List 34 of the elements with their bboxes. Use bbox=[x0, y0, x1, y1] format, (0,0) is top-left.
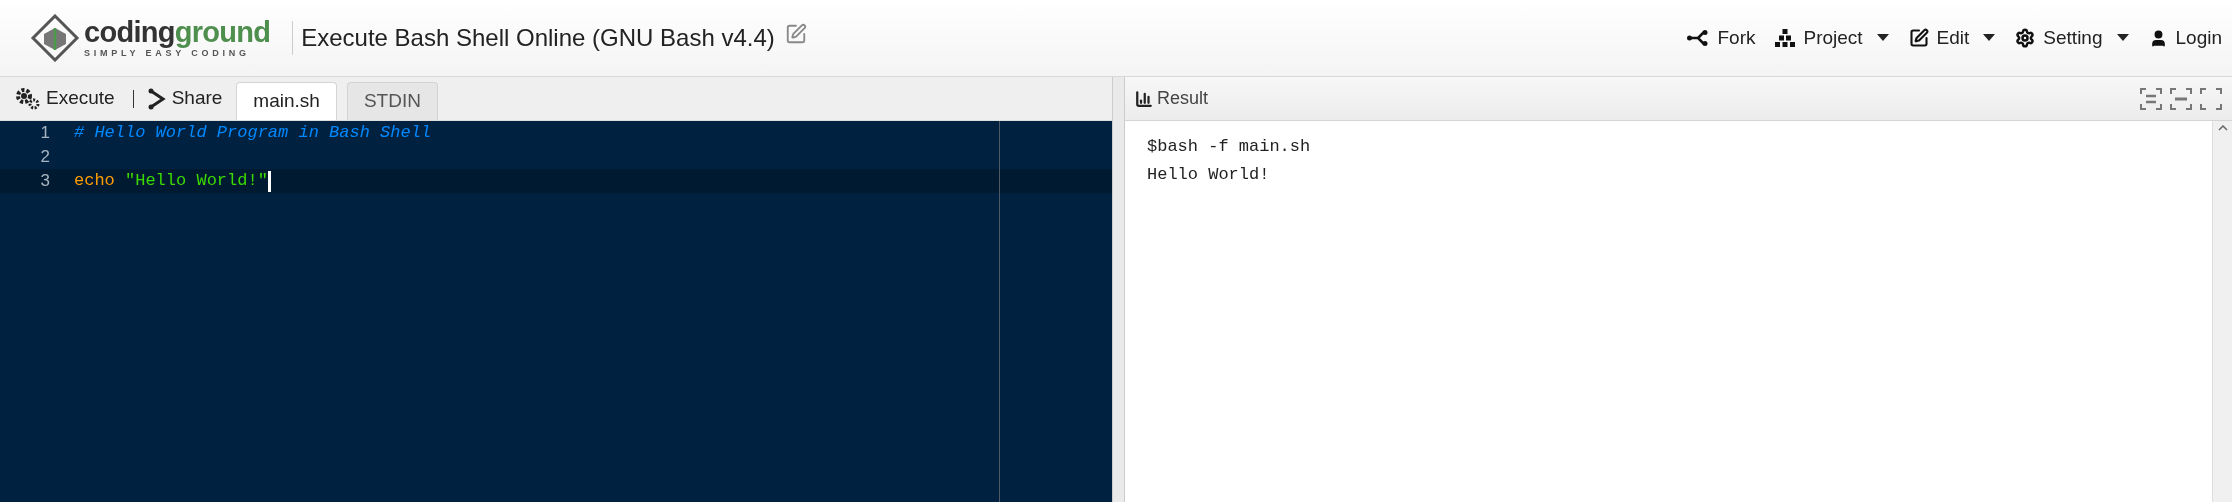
scroll-up-icon[interactable] bbox=[2217, 125, 2228, 131]
gear-icon bbox=[2015, 28, 2036, 48]
fork-icon bbox=[1687, 30, 1710, 46]
line-number: 3 bbox=[39, 170, 50, 193]
nav-menu-item[interactable]: Edit bbox=[1908, 23, 1996, 53]
code-line: # Hello World Program in Bash Shell bbox=[74, 122, 432, 145]
line-number: 1 bbox=[39, 122, 50, 145]
brand-tagline: SIMPLY EASY CODING bbox=[84, 48, 251, 59]
result-title: Result bbox=[1157, 87, 1209, 110]
toolbar-button[interactable]: Share bbox=[147, 84, 223, 113]
minimize-icon[interactable] bbox=[2140, 87, 2162, 110]
output-line: Hello World! bbox=[1147, 164, 1271, 186]
scrollbar[interactable] bbox=[2212, 121, 2232, 502]
line-number: 2 bbox=[39, 146, 50, 169]
page-title: Execute Bash Shell Online (GNU Bash v4.4) bbox=[301, 23, 775, 53]
output-line: $bash -f main.sh bbox=[1147, 136, 1312, 158]
edit-icon bbox=[1908, 28, 1929, 48]
toolbar-button[interactable]: Execute bbox=[16, 84, 115, 113]
logo-icon bbox=[30, 14, 80, 62]
edit-title-icon[interactable] bbox=[784, 23, 807, 45]
editor-tab[interactable]: main.sh bbox=[236, 82, 337, 120]
brand-logo: codingground bbox=[84, 17, 271, 47]
pyramid-icon bbox=[1775, 29, 1796, 47]
editor-tab[interactable]: STDIN bbox=[346, 82, 438, 120]
bar-chart-icon bbox=[1135, 89, 1153, 108]
nav-menu-item[interactable]: Setting bbox=[2015, 23, 2129, 53]
fullscreen-icon[interactable] bbox=[2200, 87, 2222, 110]
nav-menu-item[interactable]: Project bbox=[1775, 23, 1889, 53]
nav-menu-item[interactable]: Fork bbox=[1687, 23, 1756, 53]
gears-icon bbox=[16, 87, 40, 110]
share-icon bbox=[147, 87, 166, 110]
minimize-icon[interactable] bbox=[2170, 87, 2192, 110]
nav-menu-item[interactable]: Login bbox=[2148, 23, 2222, 53]
code-line: echo "Hello World!" bbox=[74, 170, 268, 193]
